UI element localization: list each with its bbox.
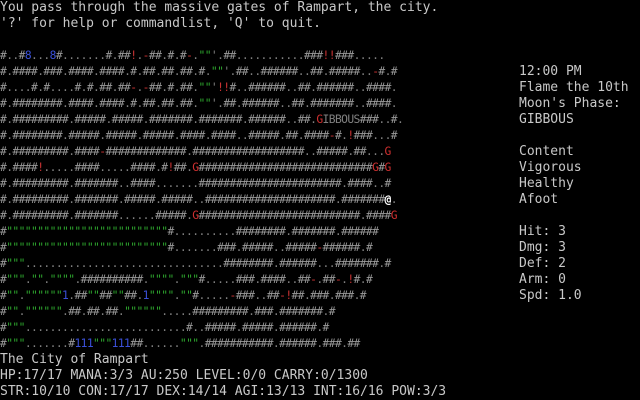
status-health: Healthy: [519, 176, 574, 191]
map-row: #""""""""""""""""""""""""""#.......###.#…: [0, 241, 373, 254]
stat-dmg: Dmg: 3: [519, 240, 566, 255]
map-row: #.#########.#######..####.......########…: [0, 177, 391, 190]
stat-def: Def: 2: [519, 256, 566, 271]
moon-phase-value: GIBBOUS: [519, 112, 574, 127]
stat-arm: Arm: 0: [519, 272, 566, 287]
status-area: The City of Rampart HP:17/17 MANA:3/3 AU…: [0, 352, 446, 400]
map-row: #""."""""".##.##.##."""""".....#########…: [0, 305, 336, 318]
map-row: #..#8...8#.......#.##!.-##.#.#-.""'.##..…: [0, 49, 385, 62]
map-row: #""".""."""".##########.""""."""#.....##…: [0, 273, 373, 286]
date-readout: Flame the 10th: [519, 80, 629, 95]
map-row: #.#########.####-#############.#########…: [0, 145, 391, 158]
city-map[interactable]: #..#8...8#.......#.##!.-##.#.#-.""'.##..…: [0, 48, 515, 352]
map-row: #"""..........................#..#####.#…: [0, 321, 329, 334]
location-name: The City of Rampart: [0, 352, 149, 367]
message-line-2: '?' for help or commandlist, 'Q' to quit…: [0, 16, 321, 31]
stats-line-1: HP:17/17 MANA:3/3 AU:250 LEVEL:0/0 CARRY…: [0, 368, 368, 383]
map-row: #.########.####.####.#.##.##.##.""'.##.#…: [0, 97, 398, 110]
stat-hit: Hit: 3: [519, 224, 566, 239]
map-row: #.#########.#####.#####.#######.#######.…: [0, 113, 404, 126]
time-readout: 12:00 PM: [519, 64, 582, 79]
map-row: #.####.###.####.####.#.##.##.##.#.""'.##…: [0, 65, 398, 78]
sidebar: 12:00 PM Flame the 10th Moon's Phase: GI…: [519, 64, 639, 304]
status-movement: Afoot: [519, 192, 559, 207]
map-row: #.#########.#######.#####.#####..#######…: [0, 193, 398, 206]
map-row: #""".......#111"""111##......""".#######…: [0, 337, 360, 350]
map-row: #....#.#....#.#.##.##-.-##.#.##.""'!!#..…: [0, 81, 398, 94]
stats-line-2: STR:10/10 CON:17/17 DEX:14/14 AGI:13/13 …: [0, 384, 447, 399]
status-mood: Content: [519, 144, 574, 159]
moon-phase-label: Moon's Phase:: [519, 96, 621, 111]
map-row: #.#########.#######......#####.G########…: [0, 209, 398, 222]
map-row: #.########.#####.#####.#####.####.####..…: [0, 129, 398, 142]
map-row: #"".""""""1.##""##""##.1"""".""#.....-##…: [0, 289, 367, 302]
map-row: #""""""""""""""""""""""""""#..........##…: [0, 225, 379, 238]
message-line-1: You pass through the massive gates of Ra…: [0, 0, 439, 15]
map-row: #"""................................####…: [0, 257, 391, 270]
stat-spd: Spd: 1.0: [519, 288, 582, 303]
status-energy: Vigorous: [519, 160, 582, 175]
map-row: #.####!.....####.....####.#!##.G########…: [0, 161, 391, 174]
